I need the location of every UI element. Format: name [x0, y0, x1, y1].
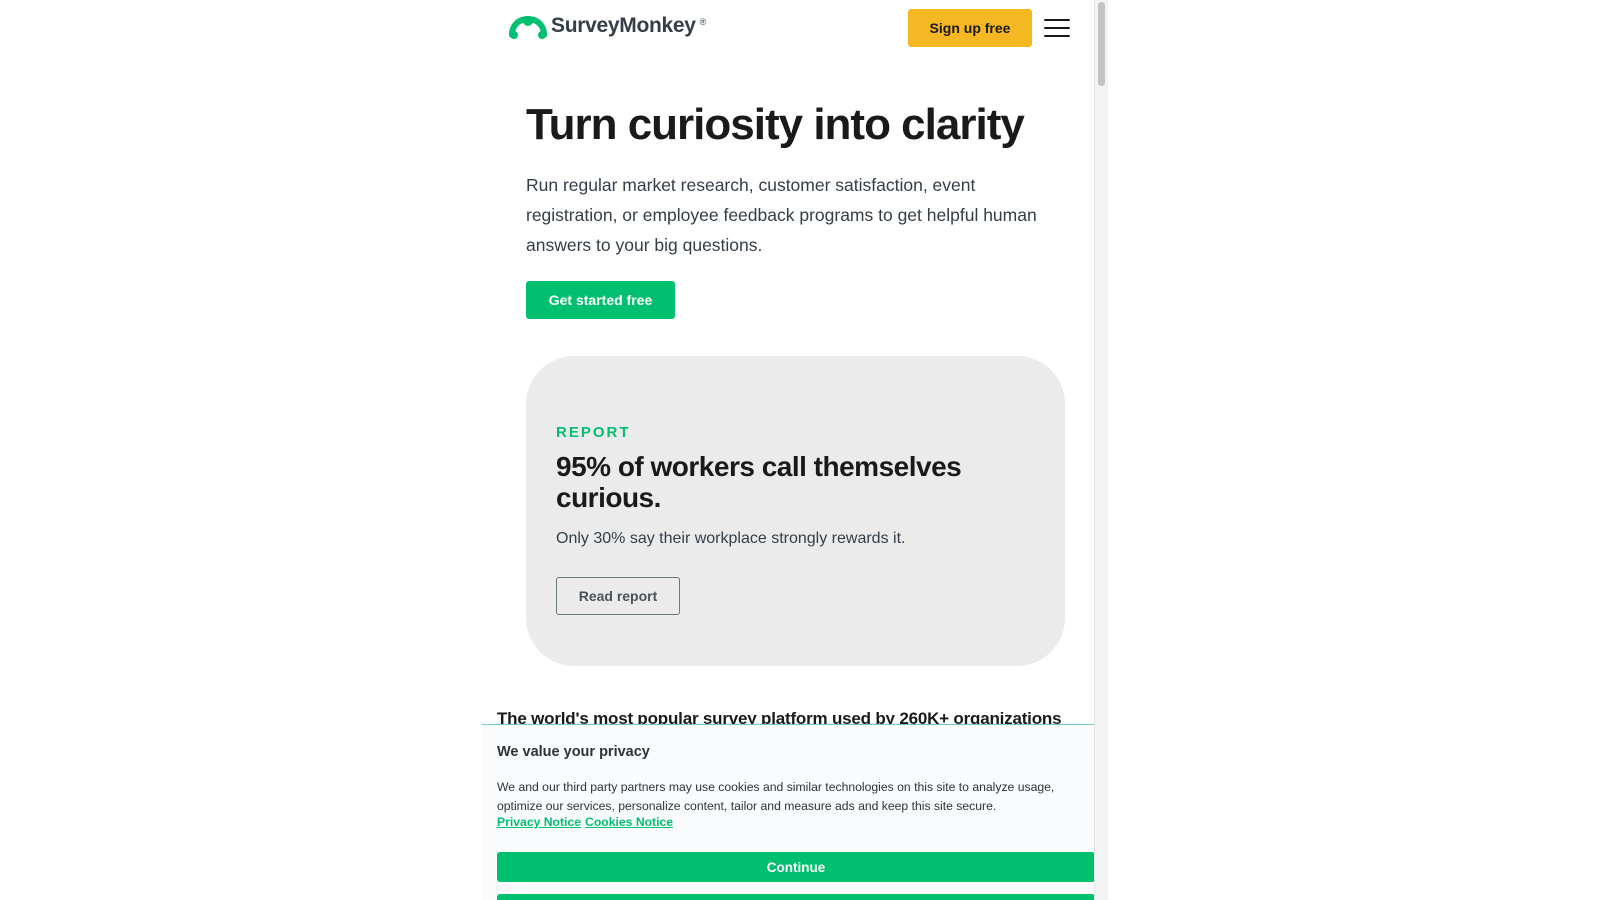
hero-title: Turn curiosity into clarity: [526, 100, 1025, 149]
partial-heading-clipped: The world's most popular survey platform…: [497, 711, 1097, 725]
report-eyebrow: REPORT: [556, 424, 631, 441]
registered-mark: ®: [699, 17, 707, 27]
secondary-cookie-button[interactable]: [497, 894, 1095, 900]
hero-subtitle: Run regular market research, customer sa…: [526, 175, 1037, 255]
report-title: 95% of workers call themselves curious.: [556, 451, 962, 513]
continue-button[interactable]: Continue: [497, 852, 1095, 882]
partial-heading: The world's most popular survey platform…: [497, 711, 1062, 725]
surveymonkey-logo[interactable]: SurveyMonkey ®: [509, 13, 706, 39]
browser-viewport: SurveyMonkey ® Sign up free Turn curiosi…: [481, 0, 1108, 900]
monkey-logo-icon: [509, 15, 547, 39]
site-header: SurveyMonkey ® Sign up free: [481, 0, 1094, 58]
hamburger-menu-icon[interactable]: [1044, 17, 1070, 39]
cookies-notice-link[interactable]: Cookies Notice: [585, 815, 673, 829]
sign-up-free-button[interactable]: Sign up free: [908, 9, 1032, 47]
cookie-links: Privacy Notice Cookies Notice: [497, 815, 673, 829]
get-started-free-button[interactable]: Get started free: [526, 281, 675, 319]
cookie-banner-title: We value your privacy: [497, 744, 650, 760]
logo-text: SurveyMonkey: [551, 14, 696, 37]
scrollbar-thumb[interactable]: [1098, 2, 1105, 86]
vertical-scrollbar[interactable]: [1094, 0, 1108, 900]
report-subtitle: Only 30% say their workplace strongly re…: [556, 530, 906, 547]
report-card: REPORT 95% of workers call themselves cu…: [526, 356, 1065, 666]
cookie-banner-text: We and our third party partners may use …: [497, 780, 1055, 813]
read-report-button[interactable]: Read report: [556, 577, 680, 615]
cookie-consent-banner: We value your privacy We and our third p…: [482, 724, 1108, 900]
privacy-notice-link[interactable]: Privacy Notice: [497, 815, 581, 829]
